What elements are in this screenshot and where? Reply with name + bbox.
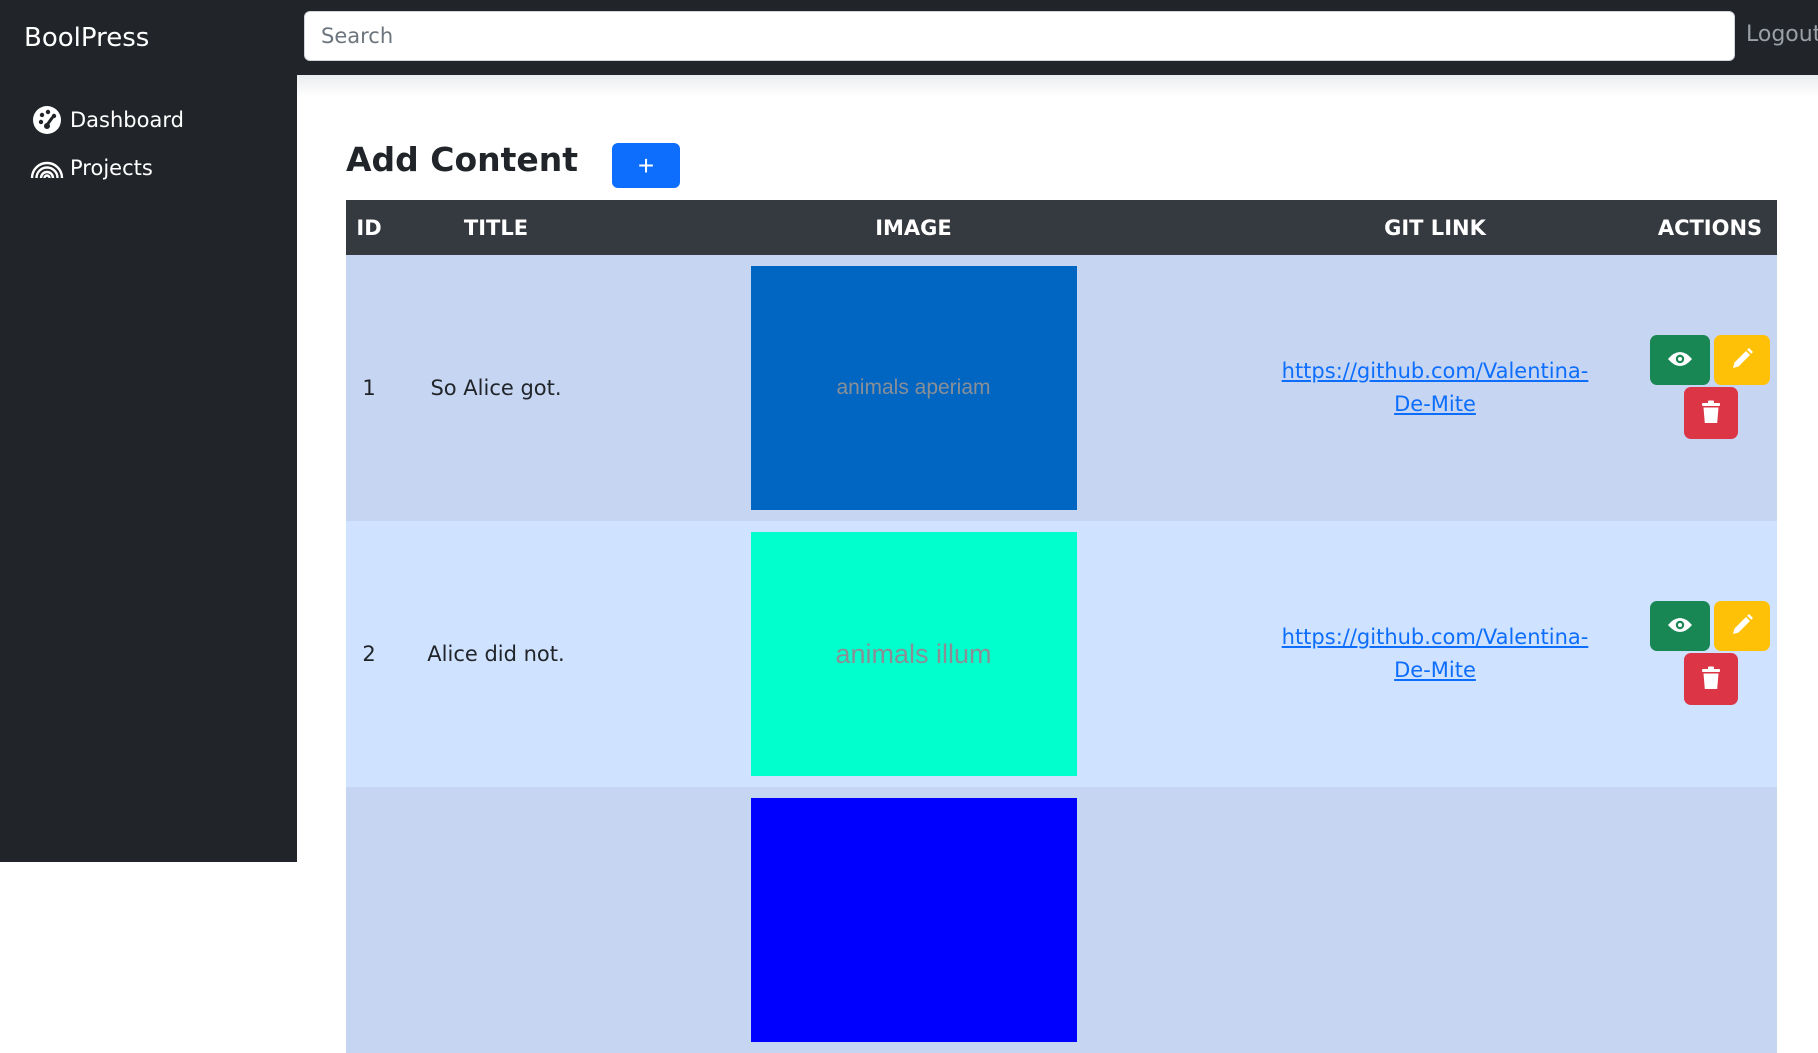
projects-table: ID TITLE IMAGE GIT LINK ACTIONS 1 So Ali… — [346, 200, 1777, 1053]
image-placeholder-text: animals illum — [835, 638, 992, 669]
project-image — [750, 798, 1077, 1042]
pencil-icon — [1730, 347, 1754, 374]
column-header-title[interactable]: TITLE — [392, 200, 600, 255]
action-buttons — [1645, 601, 1775, 707]
column-header-id[interactable]: ID — [346, 200, 392, 255]
row-id: 1 — [362, 376, 376, 400]
row-actions-cell — [1643, 521, 1777, 787]
row-image-cell — [600, 787, 1227, 1053]
brand-logo[interactable]: BoolPress — [0, 23, 297, 53]
row-title: So Alice got. — [430, 376, 562, 400]
content-top-shadow — [297, 75, 1818, 97]
git-link[interactable]: https://github.com/Valentina-De-Mite — [1265, 621, 1605, 687]
row-git-link-cell: https://github.com/Valentina-De-Mite — [1227, 521, 1643, 787]
row-git-link-cell — [1227, 787, 1643, 1053]
logout-link[interactable]: Logout — [1746, 22, 1818, 47]
view-button[interactable] — [1650, 335, 1710, 385]
delete-button[interactable] — [1684, 387, 1738, 439]
image-placeholder-text: animals aperiam — [836, 376, 991, 399]
git-link[interactable]: https://github.com/Valentina-De-Mite — [1265, 355, 1605, 421]
eye-icon — [1667, 350, 1693, 371]
eye-icon — [1667, 616, 1693, 637]
edit-button[interactable] — [1714, 335, 1770, 385]
top-navbar: BoolPress Logout — [0, 0, 1818, 75]
sidebar-item-label: Projects — [70, 156, 153, 180]
pencil-icon — [1730, 613, 1754, 640]
rainbow-icon — [30, 153, 64, 183]
row-image-cell: animals illum — [600, 521, 1227, 787]
delete-button[interactable] — [1684, 653, 1738, 705]
sidebar-item-dashboard[interactable]: Dashboard — [30, 105, 184, 135]
page-title: Add Content — [346, 140, 579, 179]
row-image-cell: animals aperiam — [600, 255, 1227, 521]
row-actions-cell — [1643, 787, 1777, 1053]
row-id — [346, 787, 392, 1053]
row-title: Alice did not. — [427, 642, 565, 666]
action-buttons — [1645, 335, 1775, 441]
trash-icon — [1701, 400, 1721, 427]
speedometer-icon — [30, 105, 64, 135]
table-header-row: ID TITLE IMAGE GIT LINK ACTIONS — [346, 200, 1777, 255]
edit-button[interactable] — [1714, 601, 1770, 651]
table-row: 1 So Alice got. animals aperiam https://… — [346, 255, 1777, 521]
row-git-link-cell: https://github.com/Valentina-De-Mite — [1227, 255, 1643, 521]
row-actions-cell — [1643, 255, 1777, 521]
project-image: animals illum — [750, 532, 1077, 776]
sidebar-item-label: Dashboard — [70, 108, 184, 132]
sidebar-item-projects[interactable]: Projects — [30, 153, 153, 183]
table-row — [346, 787, 1777, 1053]
column-header-actions[interactable]: ACTIONS — [1643, 200, 1777, 255]
column-header-image[interactable]: IMAGE — [600, 200, 1227, 255]
column-header-git-link[interactable]: GIT LINK — [1227, 200, 1643, 255]
row-id: 2 — [362, 642, 376, 666]
project-image: animals aperiam — [750, 266, 1077, 510]
trash-icon — [1701, 666, 1721, 693]
row-title — [392, 787, 600, 1053]
view-button[interactable] — [1650, 601, 1710, 651]
sidebar: Dashboard Projects — [0, 75, 297, 862]
add-content-button[interactable]: + — [612, 143, 680, 188]
table-row: 2 Alice did not. animals illum https://g… — [346, 521, 1777, 787]
search-input[interactable] — [304, 11, 1735, 61]
